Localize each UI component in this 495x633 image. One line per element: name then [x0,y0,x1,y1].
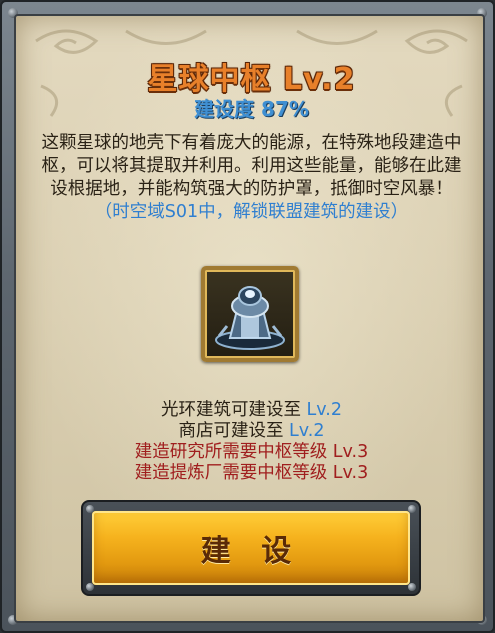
build-button[interactable]: 建 设 [81,500,421,596]
description-block: 这颗星球的地壳下有着庞大的能源，在特殊地段建造中枢，可以将其提取并利用。利用这些… [40,132,463,224]
dialog-frame: 星球中枢 Lv.2 建设度 87% 这颗星球的地壳下有着庞大的能源，在特殊地段建… [0,0,495,633]
dialog-title: 星球中枢 Lv.2 [147,62,356,97]
requirement-item: 建造研究所需要中枢等级 Lv.3 [134,442,369,462]
requirement-item: 光环建筑可建设至 Lv.2 [16,400,487,421]
description-text: 这颗星球的地壳下有着庞大的能源，在特殊地段建造中枢，可以将其提取并利用。利用这些… [41,133,462,199]
requirement-text: 光环建筑可建设至 [160,400,307,420]
requirement-text: 商店可建设至 [178,421,290,441]
requirement-level: Lv.2 [306,400,342,420]
requirements-list: 光环建筑可建设至 Lv.2 商店可建设至 Lv.2 建造研究所需要中枢等级 Lv… [16,400,487,484]
requirement-item: 建造提炼厂需要中枢等级 Lv.3 [134,463,369,483]
building-icon-frame [201,266,299,362]
unlock-note: （时空域S01中，解锁联盟建筑的建设） [94,202,409,222]
requirement-level: Lv.2 [289,421,325,441]
build-button-label[interactable]: 建 设 [83,502,419,594]
construction-progress: 建设度 87% [194,97,309,121]
parchment-panel: 星球中枢 Lv.2 建设度 87% 这颗星球的地壳下有着庞大的能源，在特殊地段建… [14,14,485,623]
requirement-item: 商店可建设至 Lv.2 [16,421,487,442]
planet-core-tower-icon [215,286,285,350]
